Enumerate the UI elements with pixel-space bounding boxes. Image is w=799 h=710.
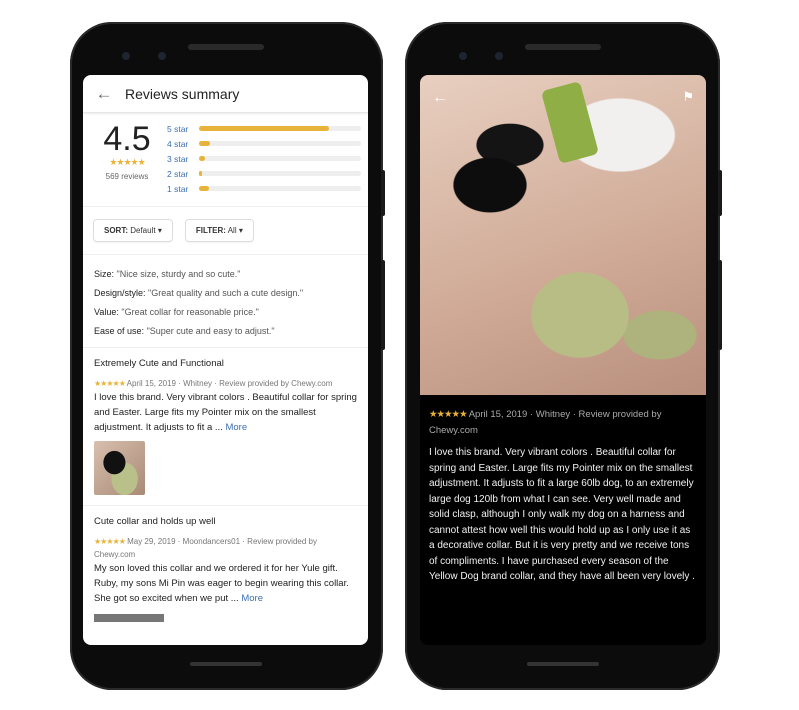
rating-bar-label: 2 star [167, 168, 189, 179]
back-arrow-icon[interactable]: ← [83, 84, 125, 104]
power-button [718, 170, 722, 216]
volume-button [381, 260, 385, 350]
nav-bar [527, 662, 599, 666]
speaker [188, 44, 264, 50]
rating-bar-label: 3 star [167, 153, 189, 164]
rating-bar-row[interactable]: 1 star [167, 181, 368, 196]
more-link[interactable]: More [241, 593, 263, 604]
rating-bar-fill [199, 126, 329, 131]
rating-bar-track [199, 186, 361, 191]
camera [122, 52, 130, 60]
camera [158, 52, 166, 60]
review-meta: ★★★★★ May 29, 2019 · Moondancers01 · Rev… [94, 537, 317, 559]
rating-bar-label: 1 star [167, 183, 189, 194]
rating-bar-track [199, 156, 361, 161]
sort-value: Default [130, 226, 156, 235]
filter-bar: SORT: Default ▾ FILTER: All ▾ [83, 207, 368, 255]
back-arrow-icon[interactable]: ← [432, 89, 448, 107]
camera [495, 52, 503, 60]
review-count: 569 reviews [105, 172, 149, 181]
rating-distribution: 5 star 4 star 3 star 2 star 1 star [161, 121, 368, 196]
rating-bar-track [199, 141, 361, 146]
rating-bar-row[interactable]: 5 star [167, 121, 368, 136]
review-body: I love this brand. Very vibrant colors .… [94, 392, 357, 433]
review-detail-screen: ← ⚑ ★★★★★ April 15, 2019 · Whitney · Rev… [420, 75, 706, 645]
filter-label: FILTER: [195, 226, 226, 235]
filter-value: All [227, 226, 237, 235]
more-link[interactable]: More [225, 422, 247, 433]
flag-icon[interactable]: ⚑ [682, 89, 694, 105]
average-rating: 4.5 [103, 120, 151, 158]
attribute-row: Size: "Nice size, sturdy and so cute." [94, 269, 241, 279]
review-title: Extremely Cute and Functional [94, 358, 224, 369]
rating-bar-row[interactable]: 3 star [167, 151, 368, 166]
review-meta: ★★★★★ April 15, 2019 · Whitney · Review … [94, 379, 333, 388]
attribute-row: Value: "Great collar for reasonable pric… [94, 307, 259, 317]
rating-stars: ★★★★★ [109, 157, 145, 167]
page-title: Reviews summary [125, 85, 240, 102]
review-photo: ← ⚑ [420, 75, 706, 395]
rating-summary: 4.5 ★★★★★ 569 reviews 5 star 4 star 3 star… [83, 113, 368, 207]
review-meta: ★★★★★ April 15, 2019 · Whitney · Review … [429, 409, 662, 436]
review-body: My son loved this collar and we ordered … [94, 563, 349, 604]
review-photo-thumbnail[interactable] [94, 441, 145, 495]
review-item: Cute collar and holds up well ★★★★★ May … [83, 506, 368, 632]
reviews-summary-screen: ← Reviews summary 4.5 ★★★★★ 569 reviews … [83, 75, 368, 645]
rating-bar-track [199, 126, 361, 131]
sort-label: SORT: [104, 226, 128, 235]
rating-bar-row[interactable]: 4 star [167, 136, 368, 151]
camera [459, 52, 467, 60]
filter-dropdown[interactable]: FILTER: All ▾ [184, 219, 254, 242]
sort-dropdown[interactable]: SORT: Default ▾ [93, 219, 173, 242]
app-bar: ← Reviews summary [83, 75, 368, 113]
rating-bar-row[interactable]: 2 star [167, 166, 368, 181]
nav-bar [190, 662, 262, 666]
rating-bar-fill [199, 156, 206, 161]
review-photo-thumbnail[interactable] [94, 614, 164, 622]
dog-collar [540, 81, 600, 164]
attribute-row: Ease of use: "Super cute and easy to adj… [94, 326, 275, 336]
power-button [381, 170, 385, 216]
review-text: ★★★★★ April 15, 2019 · Whitney · Review … [420, 395, 706, 597]
caret-down-icon: ▾ [157, 226, 162, 235]
review-item: Extremely Cute and Functional ★★★★★ Apri… [83, 348, 368, 506]
review-title: Cute collar and holds up well [94, 516, 216, 527]
rating-bar-fill [199, 171, 202, 176]
caret-down-icon: ▾ [238, 226, 243, 235]
speaker [525, 44, 601, 50]
rating-bar-track [199, 171, 361, 176]
attribute-highlights: Size: "Nice size, sturdy and so cute." D… [83, 255, 368, 348]
attribute-row: Design/style: "Great quality and such a … [94, 288, 304, 298]
rating-bar-label: 5 star [167, 123, 189, 134]
rating-bar-label: 4 star [167, 138, 189, 149]
review-body: I love this brand. Very vibrant colors .… [429, 447, 695, 582]
volume-button [718, 260, 722, 350]
rating-bar-fill [199, 141, 211, 146]
rating-bar-fill [199, 186, 209, 191]
